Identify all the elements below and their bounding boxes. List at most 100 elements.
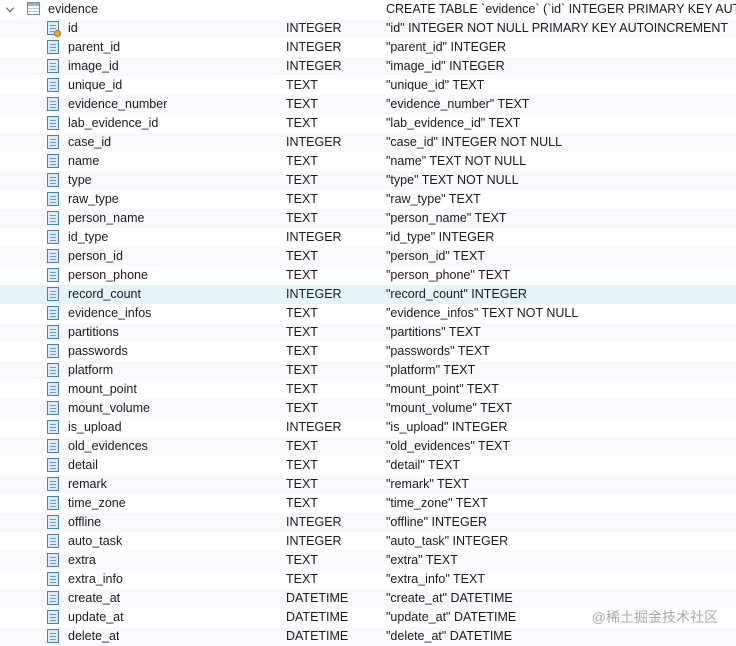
field-name: parent_id	[68, 40, 121, 54]
field-schema: "type" TEXT NOT NULL	[386, 173, 519, 187]
field-icon	[47, 325, 59, 339]
field-type: INTEGER	[286, 40, 342, 54]
field-row[interactable]: extra_info TEXT "extra_info" TEXT	[0, 570, 736, 589]
field-type: TEXT	[286, 325, 318, 339]
field-row[interactable]: platform TEXT "platform" TEXT	[0, 361, 736, 380]
field-type: INTEGER	[286, 287, 342, 301]
field-schema: "evidence_infos" TEXT NOT NULL	[386, 306, 579, 320]
field-icon	[47, 268, 59, 282]
field-row[interactable]: detail TEXT "detail" TEXT	[0, 456, 736, 475]
field-row[interactable]: raw_type TEXT "raw_type" TEXT	[0, 190, 736, 209]
field-type: TEXT	[286, 382, 318, 396]
field-name: extra	[68, 553, 96, 567]
field-schema: "remark" TEXT	[386, 477, 469, 491]
field-schema: "raw_type" TEXT	[386, 192, 481, 206]
field-row[interactable]: person_id TEXT "person_id" TEXT	[0, 247, 736, 266]
field-row[interactable]: remark TEXT "remark" TEXT	[0, 475, 736, 494]
field-row[interactable]: extra TEXT "extra" TEXT	[0, 551, 736, 570]
schema-tree: evidence CREATE TABLE `evidence` (`id` I…	[0, 0, 736, 646]
field-row[interactable]: unique_id TEXT "unique_id" TEXT	[0, 76, 736, 95]
field-row[interactable]: partitions TEXT "partitions" TEXT	[0, 323, 736, 342]
field-name: offline	[68, 515, 102, 529]
field-schema: "record_count" INTEGER	[386, 287, 527, 301]
field-row[interactable]: record_count INTEGER "record_count" INTEGE…	[0, 285, 736, 304]
field-schema: "person_phone" TEXT	[386, 268, 510, 282]
field-icon	[47, 382, 59, 396]
field-row[interactable]: lab_evidence_id TEXT "lab_evidence_id" TEX…	[0, 114, 736, 133]
field-name: is_upload	[68, 420, 122, 434]
field-type: DATETIME	[286, 610, 349, 624]
field-name: delete_at	[68, 629, 120, 643]
field-icon	[47, 496, 59, 510]
field-icon	[47, 344, 59, 358]
field-type: TEXT	[286, 306, 318, 320]
field-schema: "unique_id" TEXT	[386, 78, 485, 92]
field-row[interactable]: offline INTEGER "offline" INTEGER	[0, 513, 736, 532]
field-type: TEXT	[286, 458, 318, 472]
field-name: evidence_number	[68, 97, 168, 111]
field-icon	[47, 154, 59, 168]
field-type: TEXT	[286, 553, 318, 567]
field-row[interactable]: passwords TEXT "passwords" TEXT	[0, 342, 736, 361]
field-row[interactable]: old_evidences TEXT "old_evidences" TEXT	[0, 437, 736, 456]
field-icon	[47, 629, 59, 643]
field-type: INTEGER	[286, 59, 342, 73]
field-type: INTEGER	[286, 534, 342, 548]
field-schema: "auto_task" INTEGER	[386, 534, 509, 548]
field-icon	[47, 249, 59, 263]
field-icon	[47, 591, 59, 605]
field-row[interactable]: mount_point TEXT "mount_point" TEXT	[0, 380, 736, 399]
field-icon	[47, 59, 59, 73]
field-name: evidence_infos	[68, 306, 152, 320]
field-row[interactable]: auto_task INTEGER "auto_task" INTEGER	[0, 532, 736, 551]
field-icon	[47, 173, 59, 187]
field-row[interactable]: image_id INTEGER "image_id" INTEGER	[0, 57, 736, 76]
field-name: auto_task	[68, 534, 123, 548]
field-type: TEXT	[286, 344, 318, 358]
field-name: update_at	[68, 610, 124, 624]
watermark: @稀土掘金技术社区	[591, 609, 718, 625]
chevron-down-icon[interactable]	[5, 3, 15, 13]
field-row[interactable]: is_upload INTEGER "is_upload" INTEGER	[0, 418, 736, 437]
field-row[interactable]: evidence_infos TEXT "evidence_infos" TEXT …	[0, 304, 736, 323]
field-row[interactable]: id INTEGER "id" INTEGER NOT NULL PRIMARY K…	[0, 19, 736, 38]
field-name: person_id	[68, 249, 123, 263]
table-row-evidence[interactable]: evidence CREATE TABLE `evidence` (`id` I…	[0, 0, 736, 19]
field-type: TEXT	[286, 78, 318, 92]
field-row[interactable]: person_phone TEXT "person_phone" TEXT	[0, 266, 736, 285]
field-row[interactable]: time_zone TEXT "time_zone" TEXT	[0, 494, 736, 513]
field-icon	[47, 401, 59, 415]
field-row[interactable]: mount_volume TEXT "mount_volume" TEXT	[0, 399, 736, 418]
field-name: platform	[68, 363, 114, 377]
field-type: DATETIME	[286, 591, 349, 605]
field-row[interactable]: create_at DATETIME "create_at" DATETIME	[0, 589, 736, 608]
field-row[interactable]: delete_at DATETIME "delete_at" DATETIME	[0, 627, 736, 646]
field-icon	[47, 116, 59, 130]
field-icon	[47, 306, 59, 320]
field-schema: "time_zone" TEXT	[386, 496, 488, 510]
field-schema: "extra" TEXT	[386, 553, 458, 567]
field-schema: "detail" TEXT	[386, 458, 460, 472]
field-type: TEXT	[286, 211, 318, 225]
field-schema: "person_name" TEXT	[386, 211, 507, 225]
table-name: evidence	[48, 2, 99, 16]
table-schema: CREATE TABLE `evidence` (`id` INTEGER PR…	[386, 2, 736, 16]
field-name: extra_info	[68, 572, 123, 586]
field-name: old_evidences	[68, 439, 148, 453]
field-row[interactable]: person_name TEXT "person_name" TEXT	[0, 209, 736, 228]
field-row[interactable]: parent_id INTEGER "parent_id" INTEGER	[0, 38, 736, 57]
field-schema: "image_id" INTEGER	[386, 59, 505, 73]
field-type: TEXT	[286, 477, 318, 491]
field-row[interactable]: case_id INTEGER "case_id" INTEGER NOT NULL	[0, 133, 736, 152]
field-schema: "delete_at" DATETIME	[386, 629, 513, 643]
field-type: TEXT	[286, 192, 318, 206]
field-row[interactable]: evidence_number TEXT "evidence_number" TEX…	[0, 95, 736, 114]
field-icon	[47, 439, 59, 453]
field-type: TEXT	[286, 496, 318, 510]
field-type: INTEGER	[286, 21, 342, 35]
field-row[interactable]: id_type INTEGER "id_type" INTEGER	[0, 228, 736, 247]
field-row[interactable]: type TEXT "type" TEXT NOT NULL	[0, 171, 736, 190]
field-name: mount_volume	[68, 401, 150, 415]
field-row[interactable]: name TEXT "name" TEXT NOT NULL	[0, 152, 736, 171]
field-name: person_name	[68, 211, 145, 225]
